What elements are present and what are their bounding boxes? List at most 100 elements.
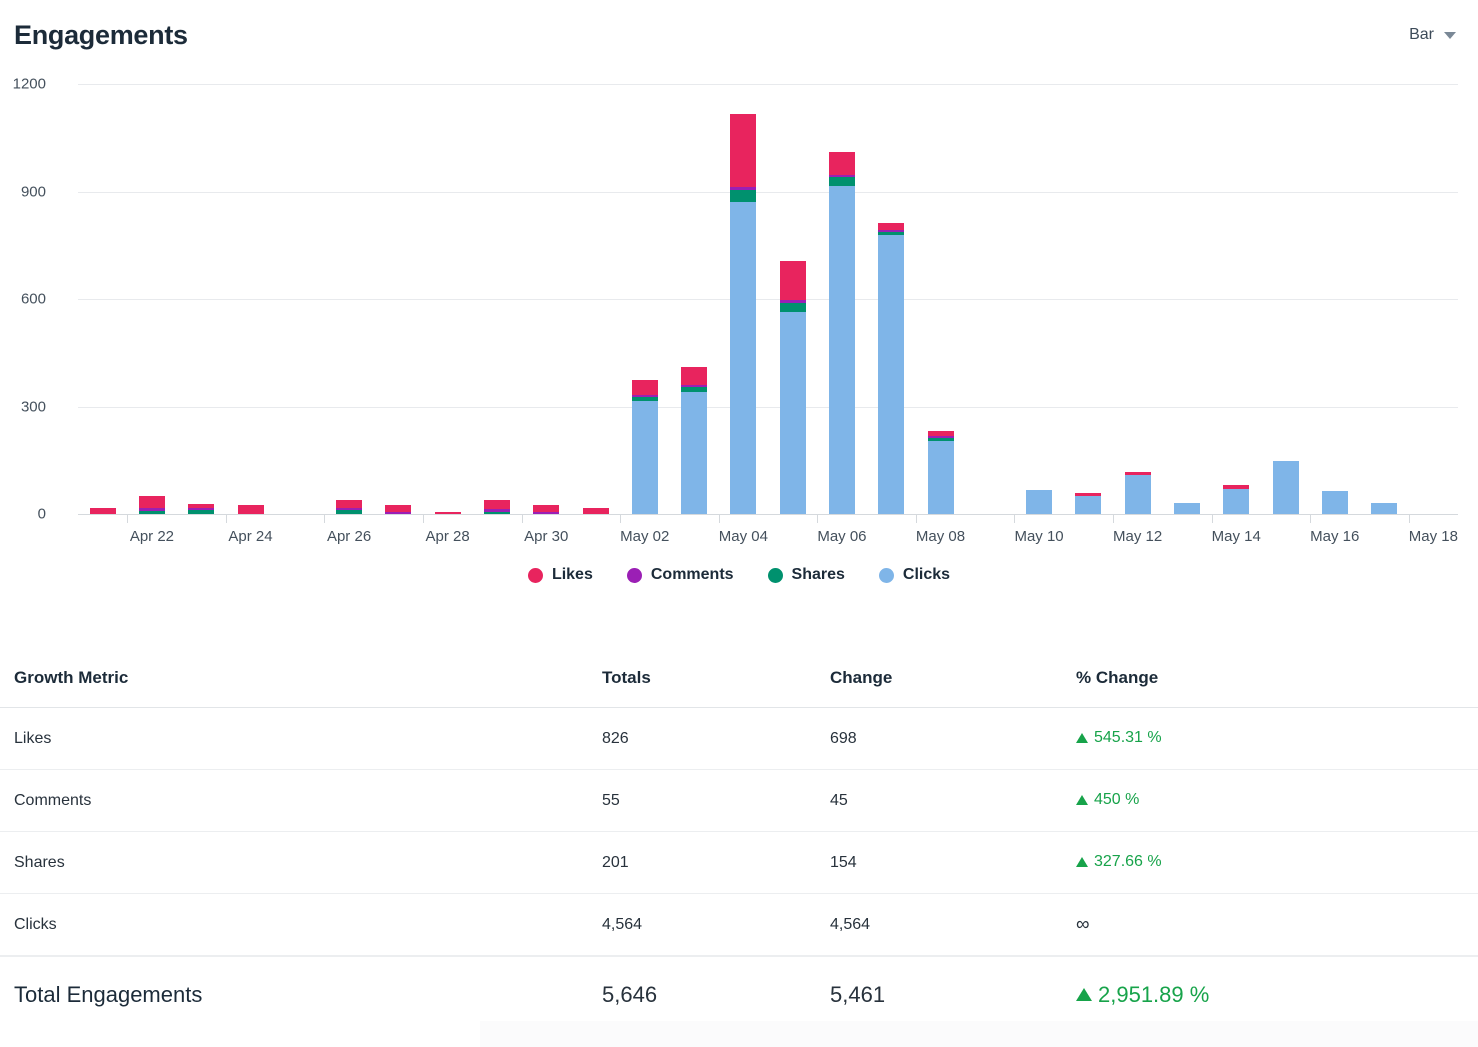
bar-may-02[interactable] (631, 379, 658, 514)
x-tick-mark-4 (521, 514, 523, 523)
legend-swatch-clicks-icon (878, 567, 894, 583)
x-tick-mark-9 (1014, 514, 1016, 523)
cell-pct-change: 545.31 % (1076, 729, 1464, 748)
bar-segment-likes (336, 500, 363, 508)
legend-item-likes[interactable]: Likes (527, 566, 593, 584)
legend-item-clicks[interactable]: Clicks (878, 566, 951, 584)
cell-metric: Likes (14, 729, 52, 747)
bar-segment-clicks (878, 234, 905, 514)
x-axis-label-may-08: May 08 (915, 528, 966, 545)
gridline-900 (78, 191, 1458, 193)
bar-segment-shares (828, 177, 855, 187)
column-header-change: Change (830, 667, 893, 687)
x-axis-label-may-10: May 10 (1014, 528, 1064, 545)
bar-segment-shares (779, 302, 806, 312)
bar-apr-30[interactable] (533, 505, 560, 514)
bar-may-06[interactable] (828, 151, 855, 514)
cell-pct-change: 450 % (1076, 791, 1464, 810)
total-row-totals: 5,646 (602, 981, 658, 1007)
pct-value: ∞ (1076, 913, 1090, 935)
bar-apr-26[interactable] (336, 500, 363, 514)
cell-pct-change: 327.66 % (1076, 853, 1464, 872)
bar-apr-22[interactable] (138, 496, 165, 514)
legend-swatch-likes-icon (527, 567, 543, 583)
legend-item-shares[interactable]: Shares (767, 566, 845, 584)
y-gridlines: 0 300 600 900 1200 (13, 76, 1458, 523)
total-row-pct-value: 2,951.89 % (1098, 981, 1210, 1007)
column-header-growth-metric: Growth Metric (14, 667, 129, 687)
bar-segment-clicks (1272, 460, 1299, 514)
bar-segment-clicks (779, 311, 806, 514)
legend-item-comments[interactable]: Comments (626, 566, 734, 584)
x-tick-mark-10 (1113, 514, 1114, 523)
engagements-chart: 0 300 600 900 1200 Apr 22 Apr 24 Apr 26 Apr 28 A… (0, 60, 1478, 600)
cell-change: 698 (830, 729, 857, 747)
x-axis-label-apr-26: Apr 26 (326, 528, 372, 545)
x-tick-mark-0 (127, 514, 129, 523)
table-row: Likes 826 698 545.31 % (0, 708, 1478, 770)
bar-apr-23[interactable] (188, 504, 215, 514)
x-axis-label-apr-30: Apr 30 (524, 528, 569, 545)
bar-apr-24[interactable] (237, 505, 264, 514)
total-row-metric: Total Engagements (14, 981, 203, 1007)
bar-may-03[interactable] (681, 366, 708, 514)
legend-label: Shares (791, 566, 845, 583)
bar-segment-likes (730, 113, 757, 188)
bar-may-15[interactable] (1272, 460, 1299, 514)
triangle-up-icon (1076, 795, 1088, 805)
pct-value: 450 % (1094, 791, 1140, 808)
bar-segment-clicks (681, 392, 708, 514)
triangle-up-icon (1076, 733, 1088, 743)
bottom-panel-edge (480, 1021, 1478, 1047)
x-tick-mark-8 (915, 514, 917, 523)
x-tick-mark-7 (817, 514, 819, 523)
bar-may-11[interactable] (1075, 492, 1102, 514)
cell-totals: 201 (602, 853, 629, 871)
bar-segment-shares (730, 190, 757, 203)
bar-may-04[interactable] (730, 113, 757, 514)
cell-metric: Clicks (14, 915, 57, 933)
triangle-up-icon (1076, 988, 1092, 1002)
bar-segment-clicks (828, 186, 855, 514)
bar-may-10[interactable] (1026, 489, 1053, 514)
bar-may-08[interactable] (927, 430, 954, 514)
bar-segment-clicks (927, 440, 954, 514)
bar-segment-likes (237, 505, 264, 514)
x-axis-label-apr-28: Apr 28 (425, 528, 470, 545)
legend-swatch-shares-icon (767, 567, 783, 583)
bar-may-17[interactable] (1371, 503, 1398, 514)
bar-may-16[interactable] (1321, 490, 1348, 514)
legend-label: Comments (650, 566, 734, 583)
bar-segment-clicks (1371, 503, 1398, 514)
y-axis-label-900: 900 (20, 183, 46, 200)
bar-apr-29[interactable] (483, 500, 510, 514)
cell-metric: Comments (14, 791, 92, 809)
chart-type-dropdown[interactable]: Bar (1409, 26, 1456, 44)
cell-metric: Shares (14, 853, 65, 871)
bar-segment-clicks (1026, 489, 1053, 514)
table-header-row: Growth Metric Totals Change % Change (0, 648, 1478, 708)
x-tick-mark-1 (225, 514, 227, 523)
bar-segment-clicks (1321, 490, 1348, 514)
bar-may-05[interactable] (779, 261, 806, 514)
cell-totals: 4,564 (602, 915, 643, 933)
x-tick-mark-5 (620, 514, 622, 523)
chart-type-value: Bar (1409, 26, 1434, 43)
x-axis: Apr 22 Apr 24 Apr 26 Apr 28 Apr 30 May 02 May … (78, 514, 1458, 570)
bar-may-13[interactable] (1173, 503, 1200, 514)
legend-label: Clicks (902, 566, 951, 583)
bar-apr-27[interactable] (385, 505, 412, 514)
x-axis-label-may-04: May 04 (718, 528, 768, 545)
bar-segment-clicks (1075, 496, 1102, 514)
x-axis-label-apr-24: Apr 24 (228, 528, 273, 545)
bar-may-14[interactable] (1223, 485, 1250, 514)
triangle-up-icon (1076, 857, 1088, 867)
bar-may-12[interactable] (1124, 472, 1151, 514)
bar-segment-clicks (1223, 488, 1250, 514)
column-header-pct-change: % Change (1076, 667, 1159, 687)
bar-may-07[interactable] (878, 223, 905, 514)
bar-segment-clicks (1173, 503, 1200, 514)
bar-segment-clicks (1124, 475, 1151, 514)
x-tick-mark-2 (324, 514, 326, 523)
x-tick-mark-6 (718, 514, 720, 523)
